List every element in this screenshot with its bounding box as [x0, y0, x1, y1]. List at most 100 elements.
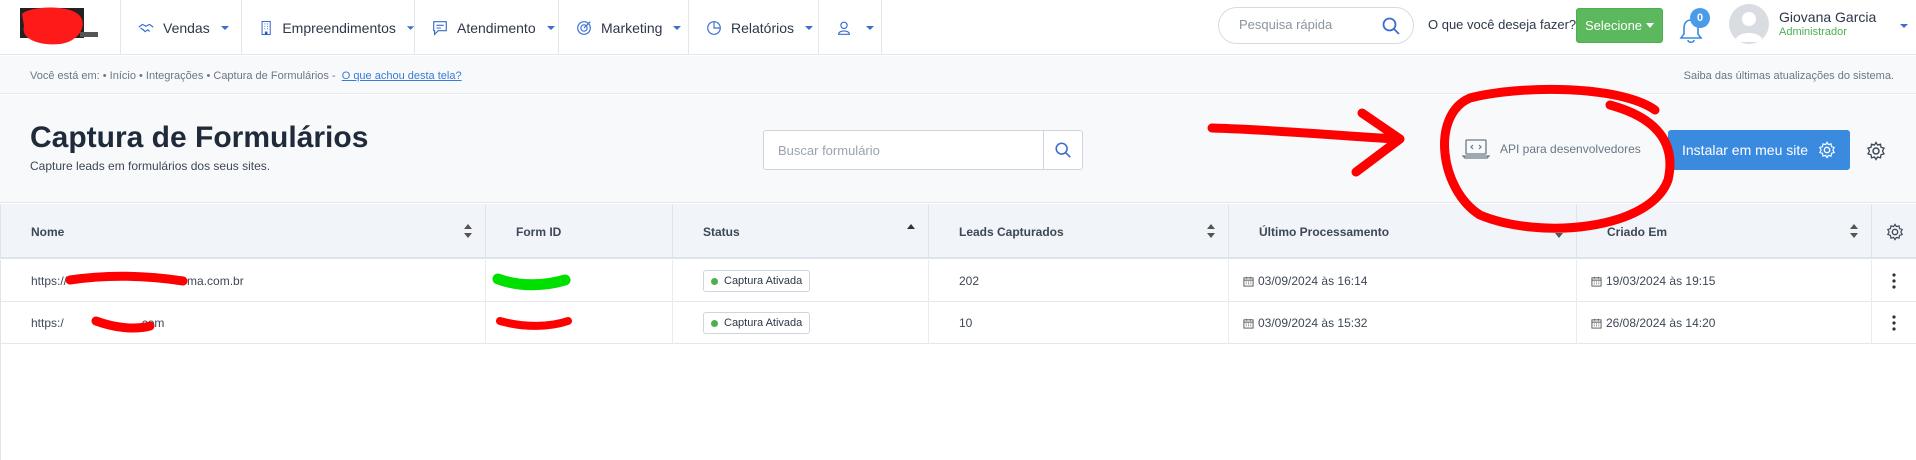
chevron-down-icon — [673, 25, 682, 30]
nav-marketing[interactable]: Marketing — [558, 0, 689, 55]
cell-nome[interactable]: https:/ com — [1, 302, 486, 344]
nav-relatorios[interactable]: Relatórios — [688, 0, 819, 55]
breadcrumb-path: Você está em: • Início • Integrações • C… — [30, 70, 462, 82]
api-developers-link[interactable]: API para desenvolvedores — [1462, 138, 1641, 160]
cell-status: Captura Ativada — [673, 302, 929, 344]
table-row[interactable]: https:/ com Captura Ativada 10 03/09/202… — [0, 302, 1916, 344]
cell-ultimo: 03/09/2024 às 16:14 — [1229, 260, 1577, 302]
cell-leads: 10 — [929, 302, 1229, 344]
row-actions[interactable] — [1872, 302, 1916, 344]
calendar-icon — [1591, 318, 1602, 329]
status-badge: Captura Ativada — [703, 270, 811, 292]
cell-criado: 26/08/2024 às 14:20 — [1577, 302, 1872, 344]
calendar-icon — [1591, 276, 1602, 287]
user-name[interactable]: Giovana Garcia — [1779, 9, 1876, 25]
table-row[interactable]: https:// ma.com.br Captura Ativada 202 0… — [0, 260, 1916, 302]
company-logo[interactable] — [20, 6, 100, 48]
form-search-input[interactable] — [778, 143, 1038, 158]
column-label: Nome — [31, 224, 65, 239]
page-subtitle: Capture leads em formulários dos seus si… — [30, 159, 271, 173]
search-icon[interactable] — [1381, 16, 1401, 36]
top-navbar: Vendas Empreendimentos Atendimento Marke… — [0, 0, 1916, 55]
nome-suffix: ma.com.br — [187, 274, 244, 288]
kebab-menu-icon — [1892, 315, 1896, 331]
column-label: Form ID — [516, 224, 562, 239]
sort-icon — [1207, 224, 1215, 238]
date-text: 19/03/2024 às 19:15 — [1606, 274, 1716, 288]
cell-form-id — [486, 302, 673, 344]
nav-empreendimentos[interactable]: Empreendimentos — [241, 0, 415, 55]
sort-icon — [1555, 224, 1563, 238]
page-title: Captura de Formulários — [30, 121, 369, 154]
cell-ultimo: 03/09/2024 às 15:32 — [1229, 302, 1577, 344]
nav-vendas[interactable]: Vendas — [120, 0, 242, 55]
date-text: 03/09/2024 às 16:14 — [1258, 274, 1368, 288]
column-nome[interactable]: Nome — [1, 204, 486, 259]
column-leads[interactable]: Leads Capturados — [929, 204, 1229, 259]
feedback-link[interactable]: O que achou desta tela? — [342, 70, 462, 82]
chevron-down-icon — [805, 25, 814, 30]
chevron-down-icon[interactable] — [1899, 21, 1909, 31]
column-status[interactable]: Status — [673, 204, 929, 259]
updates-link[interactable]: Saiba das últimas atualizações do sistem… — [1684, 70, 1894, 82]
quick-search — [1218, 7, 1414, 44]
laptop-code-icon — [1462, 139, 1490, 159]
user-silhouette-icon — [1735, 12, 1763, 42]
sort-icon — [1850, 224, 1858, 238]
sort-ascending-icon — [907, 224, 915, 229]
avatar[interactable] — [1729, 4, 1769, 44]
row-actions[interactable] — [1872, 260, 1916, 302]
cell-leads: 202 — [929, 260, 1229, 302]
target-icon — [577, 20, 591, 35]
chevron-down-icon — [220, 25, 229, 30]
search-icon — [1055, 142, 1071, 158]
nav-label: Marketing — [601, 19, 663, 36]
chevron-down-icon — [866, 25, 874, 30]
column-criado-em[interactable]: Criado Em — [1577, 204, 1872, 259]
page-header: Captura de Formulários Capture leads em … — [0, 95, 1916, 203]
nome-prefix: https:/ — [31, 316, 64, 330]
api-label: API para desenvolvedores — [1500, 142, 1641, 156]
cell-criado: 19/03/2024 às 19:15 — [1577, 260, 1872, 302]
date-text: 26/08/2024 às 14:20 — [1606, 316, 1716, 330]
nav-label: Empreendimentos — [282, 19, 396, 36]
notification-badge: 0 — [1690, 8, 1710, 28]
date-text: 03/09/2024 às 15:32 — [1258, 316, 1368, 330]
quick-search-input[interactable] — [1239, 17, 1379, 32]
chevron-down-icon — [546, 25, 555, 30]
nome-suffix: com — [141, 316, 165, 330]
selecione-label: Selecione — [1584, 18, 1643, 33]
nome-prefix: https:// — [31, 274, 68, 288]
status-dot — [711, 319, 718, 327]
form-search — [763, 130, 1083, 170]
nav-atendimento[interactable]: Atendimento — [414, 0, 559, 55]
column-label: Último Processamento — [1259, 224, 1390, 239]
cell-nome[interactable]: https:// ma.com.br — [1, 260, 486, 302]
column-ultimo-processamento[interactable]: Último Processamento — [1229, 204, 1577, 259]
user-icon — [838, 21, 850, 35]
status-badge: Captura Ativada — [703, 312, 811, 334]
column-settings[interactable] — [1872, 204, 1916, 259]
status-dot — [711, 277, 718, 285]
breadcrumb: Você está em: • Início • Integrações • C… — [0, 56, 1916, 94]
table-header: Nome Form ID Status Leads Capturados Últ… — [0, 204, 1916, 259]
install-label: Instalar em meu site — [1682, 142, 1809, 158]
nav-user-menu[interactable] — [818, 0, 882, 55]
chat-icon — [433, 20, 447, 36]
kebab-menu-icon — [1892, 273, 1896, 289]
calendar-icon — [1243, 318, 1254, 329]
selecione-button[interactable]: Selecione — [1576, 8, 1663, 43]
page: Vendas Empreendimentos Atendimento Marke… — [0, 0, 1916, 460]
handshake-icon — [138, 23, 154, 32]
column-label: Leads Capturados — [959, 224, 1064, 239]
ask-label: O que você deseja fazer? — [1428, 17, 1577, 32]
gear-icon[interactable] — [1866, 141, 1886, 161]
column-form-id[interactable]: Form ID — [486, 204, 673, 259]
form-search-button[interactable] — [1044, 131, 1082, 169]
table-border — [0, 344, 1, 460]
nav-label: Relatórios — [731, 19, 795, 36]
nav-label: Vendas — [163, 19, 210, 36]
install-site-button[interactable]: Instalar em meu site — [1668, 130, 1850, 170]
status-label: Captura Ativada — [724, 317, 803, 329]
calendar-icon — [1243, 276, 1254, 287]
